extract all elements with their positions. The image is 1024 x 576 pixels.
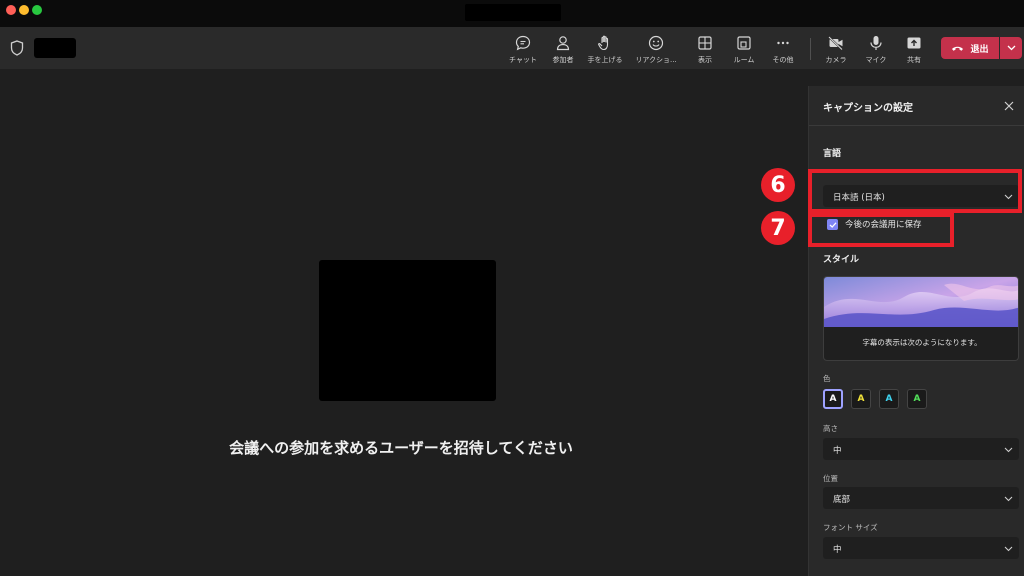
reactions-button[interactable]: リアクショ... xyxy=(632,31,680,67)
window-titlebar xyxy=(0,0,1024,27)
shield-icon xyxy=(10,40,24,56)
swatch-letter: A xyxy=(913,394,921,404)
color-swatch-cyan[interactable]: A xyxy=(879,389,899,409)
meeting-toolbar: チャット 参加者 手を上げる リアクショ... 表示 ルーム その他 カメラ マ… xyxy=(0,27,1024,69)
position-dropdown[interactable]: 底部 xyxy=(823,487,1019,509)
camera-off-icon xyxy=(828,36,843,51)
share-button[interactable]: 共有 xyxy=(898,31,930,67)
raise-hand-icon xyxy=(598,35,609,51)
preview-background-image xyxy=(824,277,1018,327)
camera-button-label: カメラ xyxy=(825,56,847,64)
callout-box-save xyxy=(808,213,954,247)
share-button-label: 共有 xyxy=(907,56,921,64)
rooms-button[interactable]: ルーム xyxy=(728,31,760,67)
participants-button-label: 参加者 xyxy=(552,56,574,64)
leave-button-label: 退出 xyxy=(970,44,989,55)
caption-preview: 字幕の表示は次のようになります。 xyxy=(823,276,1019,361)
swatch-letter: A xyxy=(857,394,865,404)
chat-button-label: チャット xyxy=(509,56,537,64)
hang-up-icon xyxy=(952,46,964,51)
raise-hand-button-label: 手を上げる xyxy=(587,56,623,64)
swatch-letter: A xyxy=(829,394,837,404)
close-icon[interactable] xyxy=(1003,100,1015,112)
chat-button[interactable]: チャット xyxy=(506,31,540,67)
style-section-title: スタイル xyxy=(823,255,860,265)
color-swatch-green[interactable]: A xyxy=(907,389,927,409)
close-window-button[interactable] xyxy=(6,5,16,15)
people-icon xyxy=(556,36,570,51)
height-dropdown[interactable]: 中 xyxy=(823,438,1019,460)
more-button[interactable]: その他 xyxy=(767,31,799,67)
color-swatch-white[interactable]: A xyxy=(823,389,843,409)
preview-caption-text: 字幕の表示は次のようになります。 xyxy=(862,338,982,347)
view-button-label: 表示 xyxy=(698,56,712,64)
caption-settings-panel: キャプションの設定 言語 日本語 (日本) 今後の会議用に保存 スタイル 字幕の… xyxy=(808,86,1024,576)
position-dropdown-value: 底部 xyxy=(833,495,851,505)
more-button-label: その他 xyxy=(772,56,794,64)
panel-title: キャプションの設定 xyxy=(823,103,913,114)
rooms-button-label: ルーム xyxy=(733,56,755,64)
share-icon xyxy=(907,37,921,49)
reaction-icon xyxy=(648,35,664,51)
rooms-icon xyxy=(737,36,751,50)
color-swatch-yellow[interactable]: A xyxy=(851,389,871,409)
reactions-button-label: リアクショ... xyxy=(635,56,677,64)
height-label: 高さ xyxy=(823,424,838,433)
participants-button[interactable]: 参加者 xyxy=(547,31,579,67)
leave-options-button[interactable] xyxy=(1000,37,1022,59)
panel-header: キャプションの設定 xyxy=(809,86,1024,126)
chevron-down-icon xyxy=(1007,45,1015,51)
redacted-participant-video xyxy=(319,260,496,401)
redacted-meeting-name xyxy=(34,38,76,58)
step-badge-7: 7 xyxy=(761,211,795,245)
callout-box-language xyxy=(808,169,1022,213)
raise-hand-button[interactable]: 手を上げる xyxy=(585,31,625,67)
minimize-window-button[interactable] xyxy=(19,5,29,15)
mic-icon xyxy=(870,36,882,50)
font-size-dropdown-value: 中 xyxy=(833,545,842,555)
font-size-label: フォント サイズ xyxy=(823,523,878,532)
swatch-letter: A xyxy=(885,394,893,404)
view-button[interactable]: 表示 xyxy=(690,31,720,67)
toolbar-divider xyxy=(810,38,811,60)
leave-button[interactable]: 退出 xyxy=(941,37,999,59)
zoom-window-button[interactable] xyxy=(32,5,42,15)
chevron-down-icon xyxy=(1004,546,1013,552)
height-dropdown-value: 中 xyxy=(833,446,842,456)
mic-button-label: マイク xyxy=(865,56,887,64)
mic-button[interactable]: マイク xyxy=(860,31,892,67)
color-label: 色 xyxy=(823,374,831,383)
camera-button[interactable]: カメラ xyxy=(820,31,852,67)
chevron-down-icon xyxy=(1004,447,1013,453)
language-section-title: 言語 xyxy=(823,149,842,159)
redacted-window-title xyxy=(465,4,561,21)
invite-message: 会議への参加を求めるユーザーを招待してください xyxy=(229,439,573,457)
step-badge-6: 6 xyxy=(761,168,795,202)
chevron-down-icon xyxy=(1004,496,1013,502)
meeting-stage: 会議への参加を求めるユーザーを招待してください xyxy=(0,69,808,576)
position-label: 位置 xyxy=(823,474,838,483)
chat-icon xyxy=(515,35,531,51)
font-size-dropdown[interactable]: 中 xyxy=(823,537,1019,559)
more-icon xyxy=(777,41,789,45)
view-icon xyxy=(698,36,712,50)
